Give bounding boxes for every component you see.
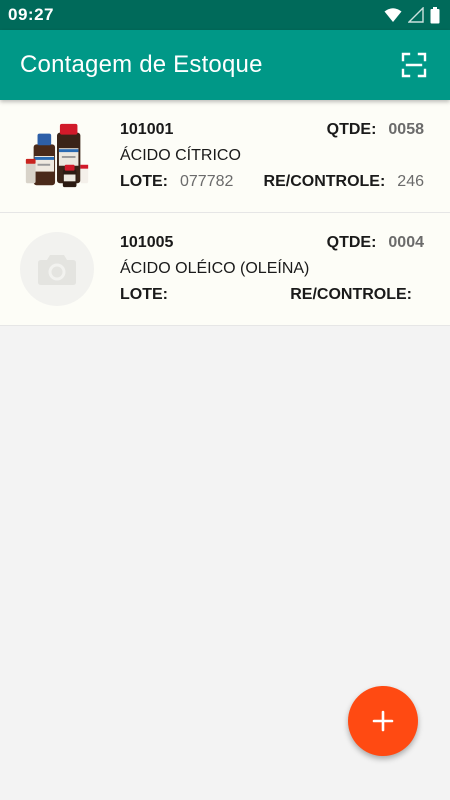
camera-icon [38, 255, 76, 285]
wifi-icon [384, 7, 402, 23]
item-code: 101005 [120, 234, 174, 251]
item-name: ÁCIDO CÍTRICO [120, 147, 241, 164]
qty-label: QTDE: [326, 234, 377, 251]
plus-icon [372, 710, 394, 732]
stock-list: 101001 QTDE: 0058 ÁCIDO CÍTRICO LOTE: 07… [0, 100, 450, 326]
status-time: 09:27 [8, 5, 54, 24]
app-bar: Contagem de Estoque [0, 30, 450, 100]
scan-button[interactable] [394, 45, 434, 85]
lote-label: LOTE: [120, 286, 168, 303]
product-image-placeholder [20, 232, 94, 306]
status-icons [384, 6, 440, 24]
control-label: RE/CONTROLE: [290, 286, 412, 303]
qty-value: 0058 [388, 121, 424, 138]
item-code: 101001 [120, 121, 174, 138]
product-image [20, 119, 94, 193]
qty-label: QTDE: [326, 121, 377, 138]
signal-icon [408, 7, 424, 23]
qty-value: 0004 [388, 234, 424, 251]
page-title: Contagem de Estoque [20, 51, 263, 78]
lote-value: 077782 [180, 173, 234, 190]
item-name: ÁCIDO OLÉICO (OLEÍNA) [120, 260, 310, 277]
control-label: RE/CONTROLE: [263, 173, 386, 190]
item-info: 101005 QTDE: 0004 ÁCIDO OLÉICO (OLEÍNA) … [120, 234, 424, 308]
bottles-image [25, 123, 89, 188]
status-bar: 09:27 [0, 0, 450, 30]
battery-icon [430, 6, 440, 24]
control-value: 246 [397, 173, 424, 190]
list-item[interactable]: 101001 QTDE: 0058 ÁCIDO CÍTRICO LOTE: 07… [0, 100, 450, 213]
list-item[interactable]: 101005 QTDE: 0004 ÁCIDO OLÉICO (OLEÍNA) … [0, 213, 450, 326]
add-item-button[interactable] [348, 686, 418, 756]
lote-label: LOTE: [120, 173, 168, 190]
item-info: 101001 QTDE: 0058 ÁCIDO CÍTRICO LOTE: 07… [120, 121, 424, 195]
scan-icon [401, 52, 427, 78]
